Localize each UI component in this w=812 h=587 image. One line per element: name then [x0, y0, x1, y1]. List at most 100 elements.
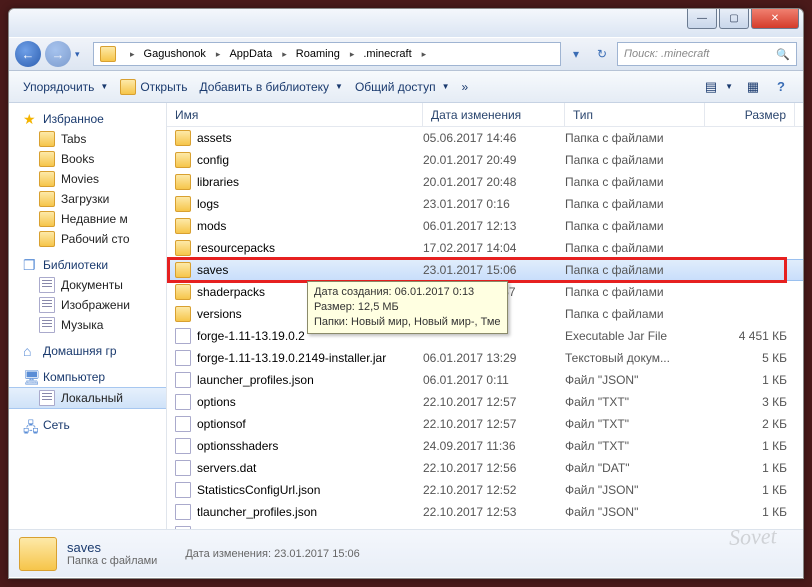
open-icon	[120, 79, 136, 95]
overflow-menu[interactable]: »	[455, 77, 474, 97]
back-button[interactable]: ←	[15, 41, 41, 67]
file-row[interactable]: saves23.01.2017 15:06Папка с файлами	[167, 259, 803, 281]
minimize-button[interactable]: —	[687, 9, 717, 29]
file-date: 23.01.2017 0:16	[423, 197, 565, 211]
sidebar-item[interactable]: Музыка	[9, 315, 166, 335]
file-icon	[175, 526, 191, 529]
file-row[interactable]: logs23.01.2017 0:16Папка с файлами	[167, 193, 803, 215]
file-row[interactable]: forge-1.11-13.19.0.2149-installer.jar06.…	[167, 347, 803, 369]
sidebar-item[interactable]: Загрузки	[9, 189, 166, 209]
file-row[interactable]: resourcepacks17.02.2017 14:04Папка с фай…	[167, 237, 803, 259]
column-date[interactable]: Дата изменения	[423, 103, 565, 126]
file-row[interactable]: config20.01.2017 20:49Папка с файлами	[167, 149, 803, 171]
file-name: config	[197, 153, 229, 167]
file-name: forge-1.11-13.19.0.2149-installer.jar	[197, 351, 386, 365]
view-options-button[interactable]: ▤▼	[697, 76, 739, 98]
folder-icon	[175, 306, 191, 322]
file-row[interactable]: optionsshaders24.09.2017 11:36Файл "TXT"…	[167, 435, 803, 457]
preview-pane-button[interactable]: ▦	[739, 76, 767, 98]
sidebar-item[interactable]: Изображени	[9, 295, 166, 315]
details-pane: saves Папка с файлами Дата изменения: 23…	[9, 529, 803, 577]
computer-group[interactable]: 🖥Компьютер	[9, 367, 166, 387]
sidebar-item[interactable]: Рабочий сто	[9, 229, 166, 249]
file-icon	[175, 482, 191, 498]
sidebar-item[interactable]: Документы	[9, 275, 166, 295]
organize-menu[interactable]: Упорядочить▼	[17, 77, 114, 97]
file-date: 22.10.2017 12:52	[423, 483, 565, 497]
search-input[interactable]: Поиск: .minecraft 🔍	[617, 42, 797, 66]
file-row[interactable]: libraries20.01.2017 20:48Папка с файлами	[167, 171, 803, 193]
file-row[interactable]: usercache.json22.10.2017 12:53Файл "JSON…	[167, 523, 803, 529]
forward-button[interactable]: →	[45, 41, 71, 67]
file-name: shaderpacks	[197, 285, 265, 299]
network-group[interactable]: 🖧Сеть	[9, 415, 166, 435]
navigation-tree[interactable]: ★Избранное Tabs Books Movies Загрузки Не…	[9, 103, 167, 529]
window-titlebar: — ▢ ✕	[9, 9, 803, 37]
navigation-bar: ← → ▾ ▸ Gagushonok ▸ AppData ▸ Roaming ▸…	[9, 37, 803, 71]
sidebar-item[interactable]: Tabs	[9, 129, 166, 149]
column-name[interactable]: Имя	[167, 103, 423, 126]
column-size[interactable]: Размер	[705, 103, 795, 126]
file-date: 17.02.2017 14:04	[423, 241, 565, 255]
refresh-button[interactable]: ↻	[591, 43, 613, 65]
add-to-library-menu[interactable]: Добавить в библиотеку▼	[193, 77, 348, 97]
maximize-button[interactable]: ▢	[719, 9, 749, 29]
preview-icon: ▦	[745, 79, 761, 95]
file-row[interactable]: StatisticsConfigUrl.json 22.10.2017 12:52…	[167, 479, 803, 501]
file-date: 22.10.2017 12:53	[423, 527, 565, 529]
sidebar-item[interactable]: Books	[9, 149, 166, 169]
hover-tooltip: Дата создания: 06.01.2017 0:13 Размер: 1…	[307, 281, 508, 334]
file-name: StatisticsConfigUrl.json	[197, 483, 320, 497]
help-button[interactable]: ?	[767, 76, 795, 98]
history-dropdown[interactable]: ▾	[75, 49, 89, 60]
sidebar-item[interactable]: Movies	[9, 169, 166, 189]
file-name: mods	[197, 219, 226, 233]
file-name: optionsshaders	[197, 439, 278, 453]
folder-icon	[39, 131, 55, 147]
file-size: 1 КБ	[705, 373, 787, 387]
close-button[interactable]: ✕	[751, 9, 799, 29]
file-row[interactable]: servers.dat22.10.2017 12:56Файл "DAT"1 К…	[167, 457, 803, 479]
column-type[interactable]: Тип	[565, 103, 705, 126]
share-menu[interactable]: Общий доступ▼	[349, 77, 456, 97]
file-name: versions	[197, 307, 242, 321]
breadcrumb-segment[interactable]: .minecraft	[357, 43, 418, 65]
file-type: Текстовый докум...	[565, 351, 705, 365]
breadcrumb-segment[interactable]: Gagushonok	[138, 43, 213, 65]
libraries-group[interactable]: ❐Библиотеки	[9, 255, 166, 275]
file-date: 06.01.2017 12:13	[423, 219, 565, 233]
file-row[interactable]: tlauncher_profiles.json22.10.2017 12:53Ф…	[167, 501, 803, 523]
file-type: Файл "JSON"	[565, 373, 705, 387]
file-name: servers.dat	[197, 461, 256, 475]
file-name: libraries	[197, 175, 239, 189]
open-button[interactable]: Открыть	[114, 76, 193, 98]
file-type: Папка с файлами	[565, 285, 705, 299]
file-row[interactable]: launcher_profiles.json06.01.2017 0:11Фай…	[167, 369, 803, 391]
file-row[interactable]: mods06.01.2017 12:13Папка с файлами	[167, 215, 803, 237]
sidebar-item[interactable]: Недавние м	[9, 209, 166, 229]
file-name: usercache.json	[197, 527, 278, 529]
breadcrumb-segment[interactable]: AppData	[223, 43, 279, 65]
file-name: resourcepacks	[197, 241, 275, 255]
library-icon: ❐	[23, 257, 39, 273]
address-dropdown[interactable]: ▾	[565, 43, 587, 65]
search-placeholder: Поиск: .minecraft	[624, 48, 709, 60]
details-date-label: Дата изменения:	[185, 548, 271, 560]
breadcrumb-segment[interactable]: Roaming	[290, 43, 347, 65]
file-name: assets	[197, 131, 232, 145]
homegroup-group[interactable]: ⌂Домашняя гр	[9, 341, 166, 361]
file-type: Файл "TXT"	[565, 417, 705, 431]
file-type: Папка с файлами	[565, 263, 705, 277]
address-bar[interactable]: ▸ Gagushonok ▸ AppData ▸ Roaming ▸ .mine…	[93, 42, 561, 66]
file-row[interactable]: options22.10.2017 12:57Файл "TXT"3 КБ	[167, 391, 803, 413]
favorites-group[interactable]: ★Избранное	[9, 109, 166, 129]
homegroup-icon: ⌂	[23, 343, 39, 359]
details-date-value: 23.01.2017 15:06	[274, 548, 360, 560]
file-row[interactable]: assets05.06.2017 14:46Папка с файлами	[167, 127, 803, 149]
file-icon	[175, 504, 191, 520]
file-icon	[175, 350, 191, 366]
file-row[interactable]: optionsof22.10.2017 12:57Файл "TXT"2 КБ	[167, 413, 803, 435]
file-date: 23.01.2017 15:06	[423, 263, 565, 277]
sidebar-item-local-disk[interactable]: Локальный	[9, 387, 166, 409]
column-headers[interactable]: Имя Дата изменения Тип Размер	[167, 103, 803, 127]
